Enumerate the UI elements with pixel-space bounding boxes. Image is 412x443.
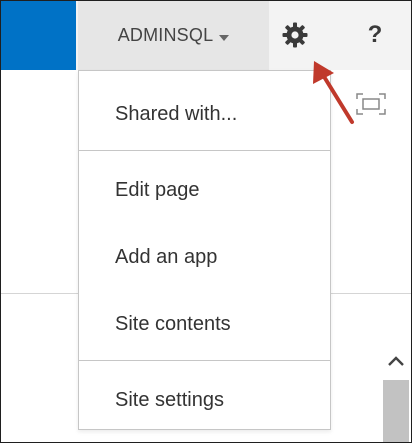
settings-button[interactable] <box>273 15 317 55</box>
menu-divider <box>79 150 330 151</box>
suite-bar: ADMINSQL ? <box>1 1 411 70</box>
settings-dropdown-menu: Shared with... Edit page Add an app Site… <box>78 70 331 430</box>
help-label: ? <box>367 21 383 48</box>
caret-down-icon <box>219 34 230 41</box>
focus-on-content-button[interactable] <box>354 91 388 117</box>
gear-icon <box>282 22 308 48</box>
menu-item-site-contents[interactable]: Site contents <box>79 297 330 351</box>
screenshot-frame: ADMINSQL ? Shared with... Edit page Add … <box>0 0 412 443</box>
menu-item-label: Site contents <box>115 312 231 335</box>
focus-on-content-icon <box>356 93 386 115</box>
user-menu-button[interactable]: ADMINSQL <box>78 1 269 70</box>
menu-item-label: Edit page <box>115 178 200 201</box>
menu-item-add-an-app[interactable]: Add an app <box>79 230 330 284</box>
app-launcher-tile[interactable] <box>1 1 76 70</box>
menu-divider <box>79 360 330 361</box>
menu-item-label: Shared with... <box>115 102 238 125</box>
scrollbar-thumb[interactable] <box>383 380 409 442</box>
help-button[interactable]: ? <box>353 15 397 55</box>
chevron-up-icon <box>388 356 404 366</box>
menu-item-site-settings[interactable]: Site settings <box>79 373 330 427</box>
menu-item-edit-page[interactable]: Edit page <box>79 163 330 217</box>
menu-item-label: Site settings <box>115 388 224 411</box>
menu-item-label: Add an app <box>115 245 218 268</box>
scroll-up-button[interactable] <box>382 345 410 377</box>
menu-item-shared-with[interactable]: Shared with... <box>79 87 330 141</box>
user-name: ADMINSQL <box>117 25 214 45</box>
